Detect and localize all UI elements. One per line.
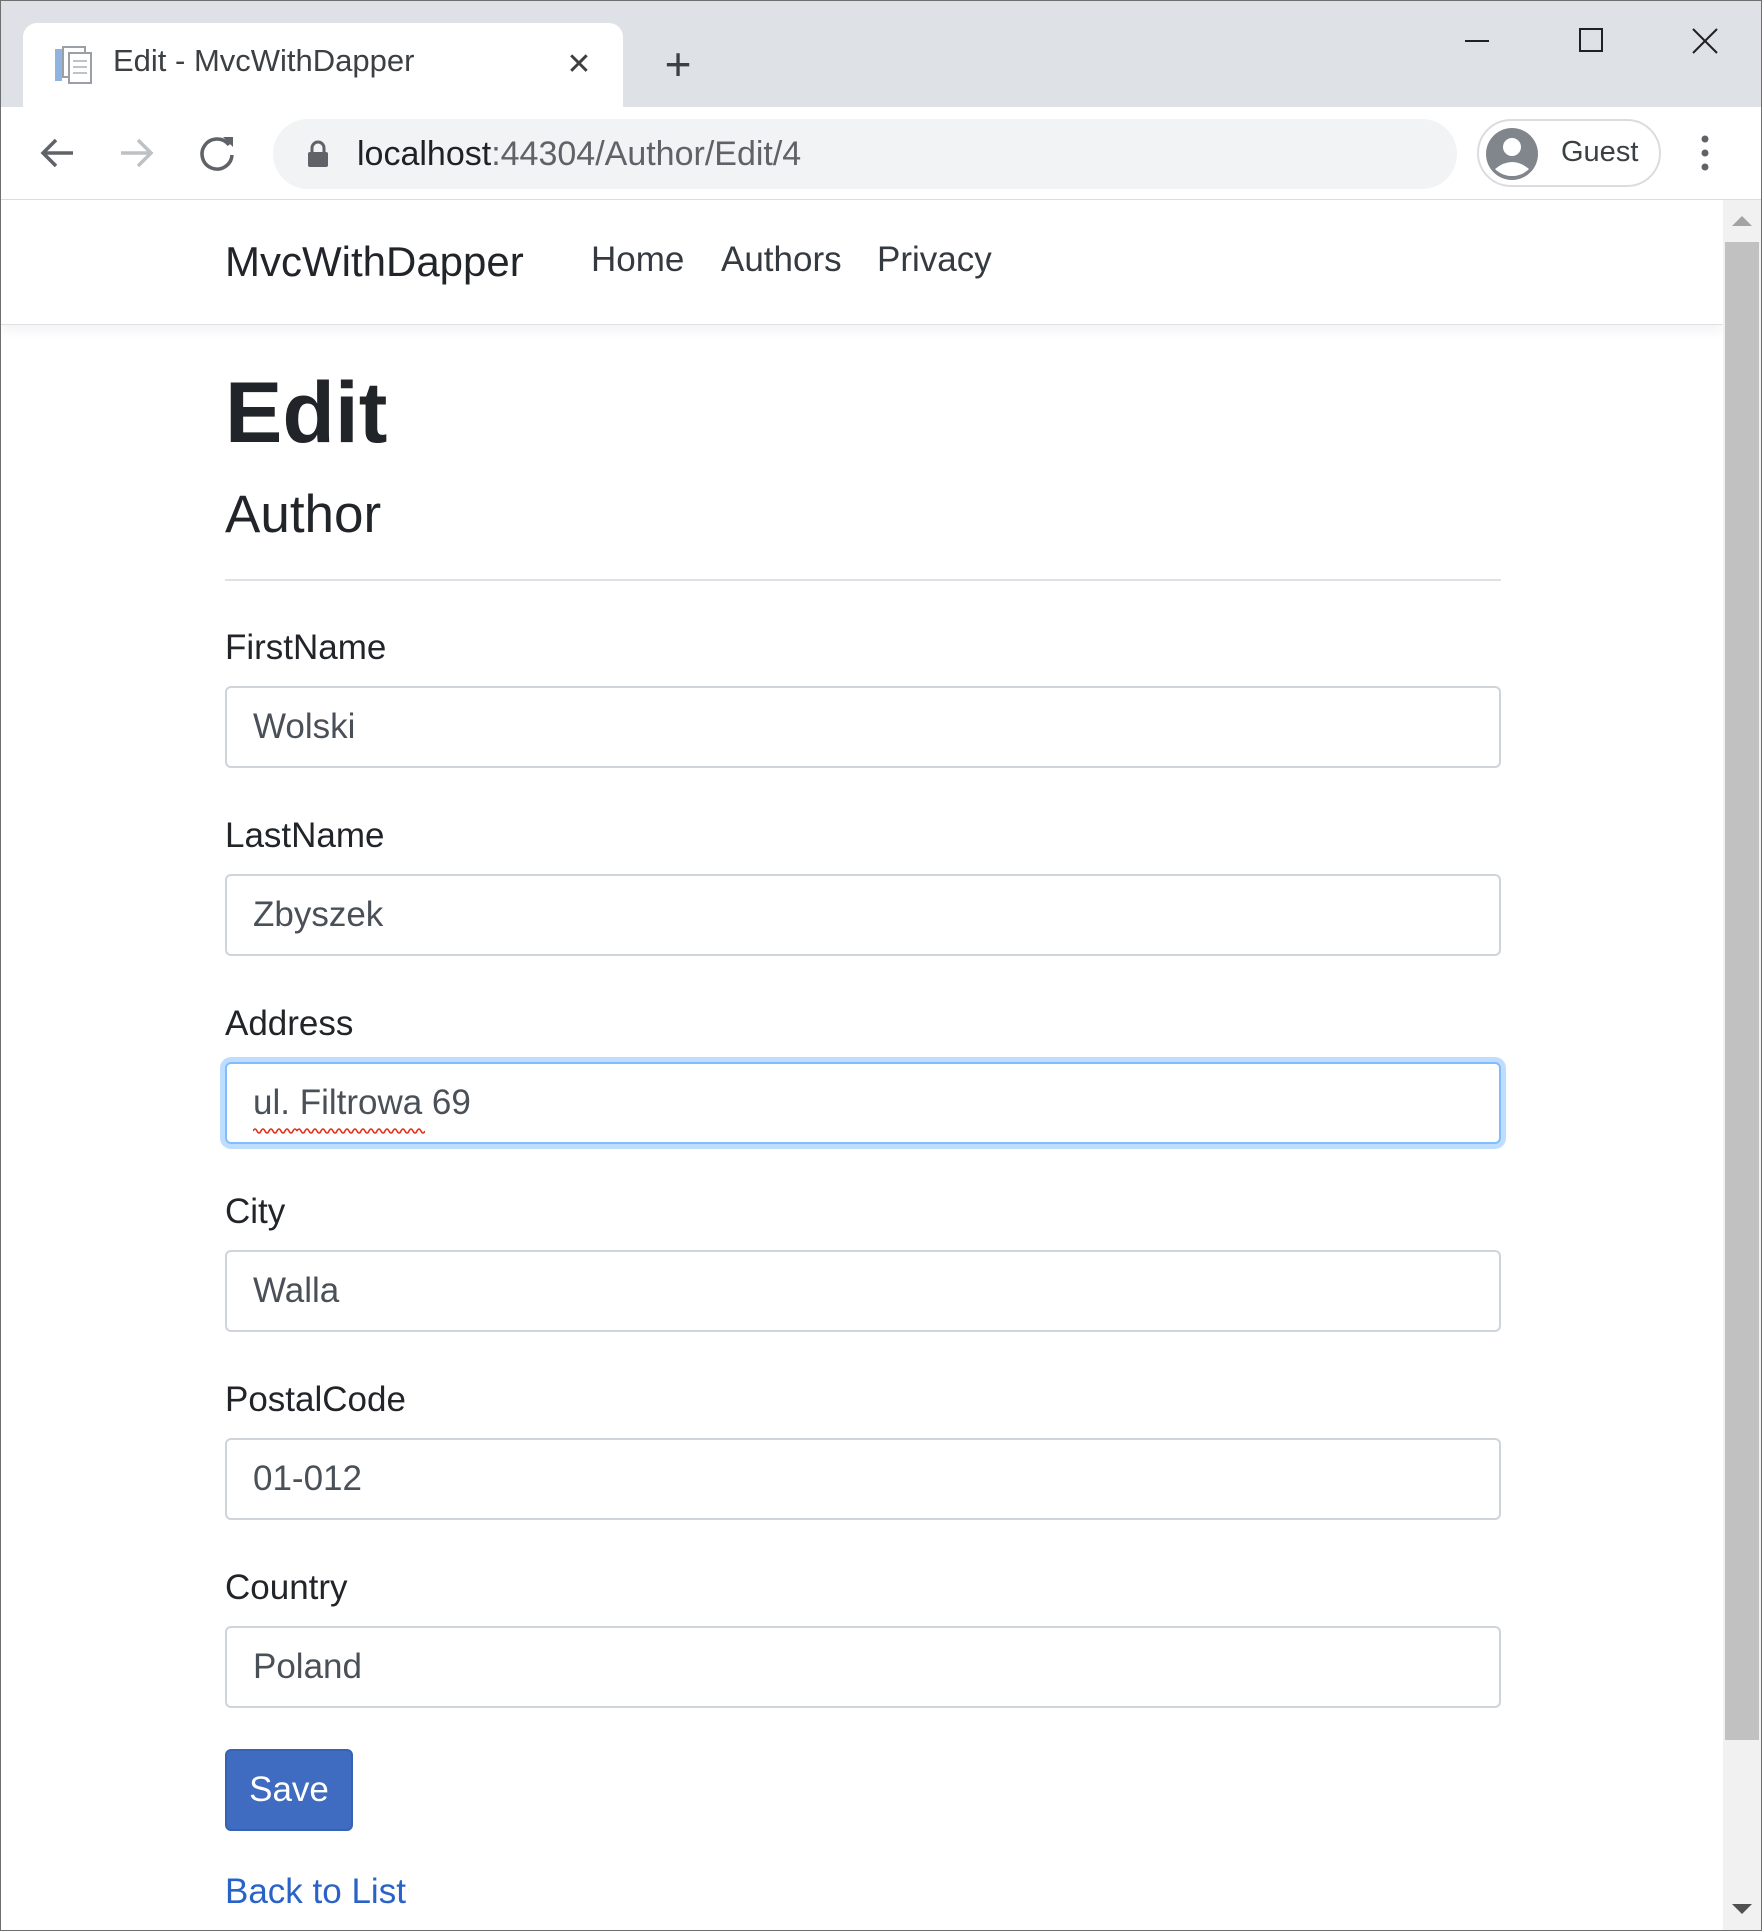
url-text: localhost:44304/Author/Edit/4 [357, 135, 802, 173]
country-input[interactable] [225, 1626, 1501, 1708]
browser-window: Edit - MvcWithDapper ✕ + localhost:44304… [0, 0, 1762, 1931]
city-label: City [225, 1192, 286, 1231]
scrollbar-thumb[interactable] [1725, 242, 1759, 1740]
nav-link-privacy[interactable]: Privacy [877, 240, 992, 280]
page-viewport: MvcWithDapper Home Authors Privacy Edit … [1, 200, 1723, 1930]
minimize-icon[interactable] [1447, 15, 1507, 67]
page-subtitle: Author [225, 485, 382, 544]
kebab-menu-icon[interactable] [1685, 127, 1725, 179]
divider [225, 579, 1501, 581]
city-input[interactable] [225, 1250, 1501, 1332]
tab-strip: Edit - MvcWithDapper ✕ + [1, 1, 1761, 107]
page-favicon-icon [55, 46, 92, 84]
avatar-icon [1486, 128, 1538, 180]
spellcheck-underline [253, 1128, 297, 1134]
brand-link[interactable]: MvcWithDapper [225, 238, 524, 286]
lastname-label: LastName [225, 816, 385, 855]
country-label: Country [225, 1568, 348, 1607]
address-label: Address [225, 1004, 354, 1043]
firstname-label: FirstName [225, 628, 387, 667]
lastname-input[interactable] [225, 874, 1501, 956]
window-close-icon[interactable] [1675, 15, 1735, 67]
tab-title: Edit - MvcWithDapper [113, 43, 415, 78]
nav-link-home[interactable]: Home [591, 240, 684, 280]
page-title: Edit [225, 365, 388, 461]
browser-tab[interactable]: Edit - MvcWithDapper ✕ [23, 23, 623, 107]
postalcode-input[interactable] [225, 1438, 1501, 1520]
address-bar[interactable]: localhost:44304/Author/Edit/4 [273, 119, 1457, 189]
scroll-down-arrow-icon[interactable] [1723, 1896, 1761, 1920]
tab-close-icon[interactable]: ✕ [563, 49, 595, 81]
vertical-scrollbar[interactable] [1723, 200, 1761, 1930]
scroll-up-arrow-icon[interactable] [1723, 210, 1761, 234]
maximize-icon[interactable] [1561, 15, 1621, 67]
firstname-input[interactable] [225, 686, 1501, 768]
nav-link-authors[interactable]: Authors [721, 240, 842, 280]
postalcode-label: PostalCode [225, 1380, 406, 1419]
lock-icon [308, 140, 328, 167]
forward-arrow-icon[interactable] [111, 127, 163, 179]
site-navbar: MvcWithDapper Home Authors Privacy [1, 200, 1723, 325]
profile-label: Guest [1561, 136, 1639, 168]
reload-icon[interactable] [191, 127, 243, 179]
back-to-list-link[interactable]: Back to List [225, 1874, 406, 1909]
new-tab-button[interactable]: + [653, 39, 703, 89]
save-button[interactable]: Save [225, 1749, 353, 1831]
browser-toolbar: localhost:44304/Author/Edit/4 Guest [1, 107, 1761, 200]
back-arrow-icon[interactable] [31, 127, 83, 179]
spellcheck-underline [297, 1128, 425, 1134]
profile-button[interactable]: Guest [1477, 119, 1661, 187]
